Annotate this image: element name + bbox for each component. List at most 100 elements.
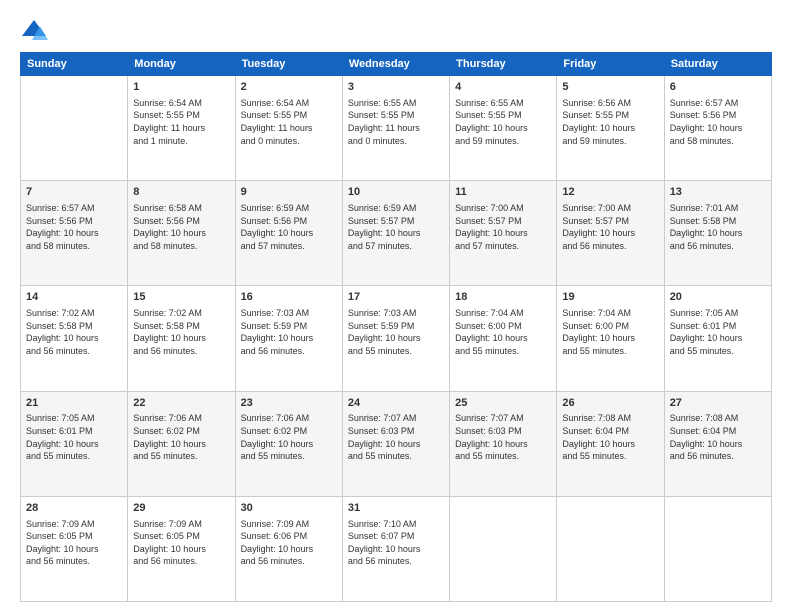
calendar-cell: 26Sunrise: 7:08 AM Sunset: 6:04 PM Dayli… — [557, 391, 664, 496]
day-info: Sunrise: 7:09 AM Sunset: 6:06 PM Dayligh… — [241, 518, 337, 568]
day-number: 24 — [348, 396, 444, 411]
calendar-day-header: Friday — [557, 53, 664, 76]
day-info: Sunrise: 6:54 AM Sunset: 5:55 PM Dayligh… — [133, 97, 229, 147]
day-info: Sunrise: 7:04 AM Sunset: 6:00 PM Dayligh… — [455, 307, 551, 357]
calendar-cell: 29 Sunrise: 7:09 AM Sunset: 6:05 PM Dayli… — [128, 496, 235, 601]
calendar-cell: 11Sunrise: 7:00 AM Sunset: 5:57 PM Dayli… — [450, 181, 557, 286]
day-number: 30 — [241, 501, 337, 516]
day-number: 25 — [455, 396, 551, 411]
day-info: Sunrise: 7:09 AM Sunset: 6:05 PM Dayligh… — [26, 518, 122, 568]
calendar-cell: 7 Sunrise: 6:57 AM Sunset: 5:56 PM Daylig… — [21, 181, 128, 286]
page: SundayMondayTuesdayWednesdayThursdayFrid… — [0, 0, 792, 612]
header — [20, 16, 772, 44]
day-number: 26 — [562, 396, 658, 411]
day-info: Sunrise: 7:05 AM Sunset: 6:01 PM Dayligh… — [26, 412, 122, 462]
calendar-cell: 1Sunrise: 6:54 AM Sunset: 5:55 PM Daylig… — [128, 76, 235, 181]
day-info: Sunrise: 7:04 AM Sunset: 6:00 PM Dayligh… — [562, 307, 658, 357]
day-number: 29 — [133, 501, 229, 516]
day-number: 20 — [670, 290, 766, 305]
day-info: Sunrise: 6:54 AM Sunset: 5:55 PM Dayligh… — [241, 97, 337, 147]
day-info: Sunrise: 6:55 AM Sunset: 5:55 PM Dayligh… — [455, 97, 551, 147]
day-number: 15 — [133, 290, 229, 305]
day-number: 31 — [348, 501, 444, 516]
day-number: 5 — [562, 80, 658, 95]
day-number: 3 — [348, 80, 444, 95]
day-info: Sunrise: 7:06 AM Sunset: 6:02 PM Dayligh… — [241, 412, 337, 462]
calendar-cell: 30 Sunrise: 7:09 AM Sunset: 6:06 PM Dayli… — [235, 496, 342, 601]
calendar-cell: 5 Sunrise: 6:56 AM Sunset: 5:55 PM Daylig… — [557, 76, 664, 181]
day-info: Sunrise: 7:00 AM Sunset: 5:57 PM Dayligh… — [562, 202, 658, 252]
calendar-cell — [557, 496, 664, 601]
calendar-cell: 31 Sunrise: 7:10 AM Sunset: 6:07 PM Dayli… — [342, 496, 449, 601]
calendar-cell: 13 Sunrise: 7:01 AM Sunset: 5:58 PM Dayli… — [664, 181, 771, 286]
calendar-cell: 12 Sunrise: 7:00 AM Sunset: 5:57 PM Dayli… — [557, 181, 664, 286]
calendar-cell: 23Sunrise: 7:06 AM Sunset: 6:02 PM Dayli… — [235, 391, 342, 496]
day-info: Sunrise: 6:56 AM Sunset: 5:55 PM Dayligh… — [562, 97, 658, 147]
day-info: Sunrise: 7:08 AM Sunset: 6:04 PM Dayligh… — [562, 412, 658, 462]
day-info: Sunrise: 6:58 AM Sunset: 5:56 PM Dayligh… — [133, 202, 229, 252]
day-number: 18 — [455, 290, 551, 305]
day-number: 2 — [241, 80, 337, 95]
day-info: Sunrise: 7:09 AM Sunset: 6:05 PM Dayligh… — [133, 518, 229, 568]
day-info: Sunrise: 7:07 AM Sunset: 6:03 PM Dayligh… — [455, 412, 551, 462]
calendar-day-header: Wednesday — [342, 53, 449, 76]
calendar-week-row: 28 Sunrise: 7:09 AM Sunset: 6:05 PM Dayli… — [21, 496, 772, 601]
day-info: Sunrise: 7:08 AM Sunset: 6:04 PM Dayligh… — [670, 412, 766, 462]
day-number: 28 — [26, 501, 122, 516]
day-number: 22 — [133, 396, 229, 411]
calendar-cell: 2 Sunrise: 6:54 AM Sunset: 5:55 PM Daylig… — [235, 76, 342, 181]
calendar-day-header: Sunday — [21, 53, 128, 76]
day-info: Sunrise: 7:03 AM Sunset: 5:59 PM Dayligh… — [241, 307, 337, 357]
calendar-cell: 8Sunrise: 6:58 AM Sunset: 5:56 PM Daylig… — [128, 181, 235, 286]
day-number: 14 — [26, 290, 122, 305]
calendar-cell: 6Sunrise: 6:57 AM Sunset: 5:56 PM Daylig… — [664, 76, 771, 181]
calendar-cell: 24Sunrise: 7:07 AM Sunset: 6:03 PM Dayli… — [342, 391, 449, 496]
calendar-table: SundayMondayTuesdayWednesdayThursdayFrid… — [20, 52, 772, 602]
day-info: Sunrise: 7:06 AM Sunset: 6:02 PM Dayligh… — [133, 412, 229, 462]
day-info: Sunrise: 6:57 AM Sunset: 5:56 PM Dayligh… — [26, 202, 122, 252]
calendar-week-row: 7 Sunrise: 6:57 AM Sunset: 5:56 PM Daylig… — [21, 181, 772, 286]
logo-icon — [20, 16, 48, 44]
day-number: 4 — [455, 80, 551, 95]
day-info: Sunrise: 7:07 AM Sunset: 6:03 PM Dayligh… — [348, 412, 444, 462]
day-info: Sunrise: 7:02 AM Sunset: 5:58 PM Dayligh… — [26, 307, 122, 357]
day-number: 17 — [348, 290, 444, 305]
calendar-day-header: Thursday — [450, 53, 557, 76]
day-info: Sunrise: 7:00 AM Sunset: 5:57 PM Dayligh… — [455, 202, 551, 252]
day-number: 23 — [241, 396, 337, 411]
calendar-day-header: Monday — [128, 53, 235, 76]
day-number: 12 — [562, 185, 658, 200]
day-number: 13 — [670, 185, 766, 200]
day-info: Sunrise: 7:10 AM Sunset: 6:07 PM Dayligh… — [348, 518, 444, 568]
day-number: 7 — [26, 185, 122, 200]
day-number: 10 — [348, 185, 444, 200]
calendar-cell: 3 Sunrise: 6:55 AM Sunset: 5:55 PM Daylig… — [342, 76, 449, 181]
day-info: Sunrise: 7:01 AM Sunset: 5:58 PM Dayligh… — [670, 202, 766, 252]
logo — [20, 16, 52, 44]
day-info: Sunrise: 7:05 AM Sunset: 6:01 PM Dayligh… — [670, 307, 766, 357]
calendar-cell: 4 Sunrise: 6:55 AM Sunset: 5:55 PM Daylig… — [450, 76, 557, 181]
calendar-cell — [21, 76, 128, 181]
day-info: Sunrise: 6:55 AM Sunset: 5:55 PM Dayligh… — [348, 97, 444, 147]
day-number: 6 — [670, 80, 766, 95]
calendar-cell: 27Sunrise: 7:08 AM Sunset: 6:04 PM Dayli… — [664, 391, 771, 496]
calendar-week-row: 21Sunrise: 7:05 AM Sunset: 6:01 PM Dayli… — [21, 391, 772, 496]
day-number: 9 — [241, 185, 337, 200]
day-number: 19 — [562, 290, 658, 305]
calendar-cell: 25Sunrise: 7:07 AM Sunset: 6:03 PM Dayli… — [450, 391, 557, 496]
calendar-cell: 15Sunrise: 7:02 AM Sunset: 5:58 PM Dayli… — [128, 286, 235, 391]
calendar-cell — [450, 496, 557, 601]
calendar-week-row: 14 Sunrise: 7:02 AM Sunset: 5:58 PM Dayli… — [21, 286, 772, 391]
calendar-day-header: Saturday — [664, 53, 771, 76]
day-info: Sunrise: 7:03 AM Sunset: 5:59 PM Dayligh… — [348, 307, 444, 357]
day-number: 27 — [670, 396, 766, 411]
day-number: 21 — [26, 396, 122, 411]
calendar-day-header: Tuesday — [235, 53, 342, 76]
calendar-cell: 19 Sunrise: 7:04 AM Sunset: 6:00 PM Dayli… — [557, 286, 664, 391]
calendar-cell: 14 Sunrise: 7:02 AM Sunset: 5:58 PM Dayli… — [21, 286, 128, 391]
calendar-cell: 20 Sunrise: 7:05 AM Sunset: 6:01 PM Dayli… — [664, 286, 771, 391]
calendar-cell: 10 Sunrise: 6:59 AM Sunset: 5:57 PM Dayli… — [342, 181, 449, 286]
calendar-cell: 9Sunrise: 6:59 AM Sunset: 5:56 PM Daylig… — [235, 181, 342, 286]
calendar-header-row: SundayMondayTuesdayWednesdayThursdayFrid… — [21, 53, 772, 76]
day-info: Sunrise: 6:59 AM Sunset: 5:57 PM Dayligh… — [348, 202, 444, 252]
